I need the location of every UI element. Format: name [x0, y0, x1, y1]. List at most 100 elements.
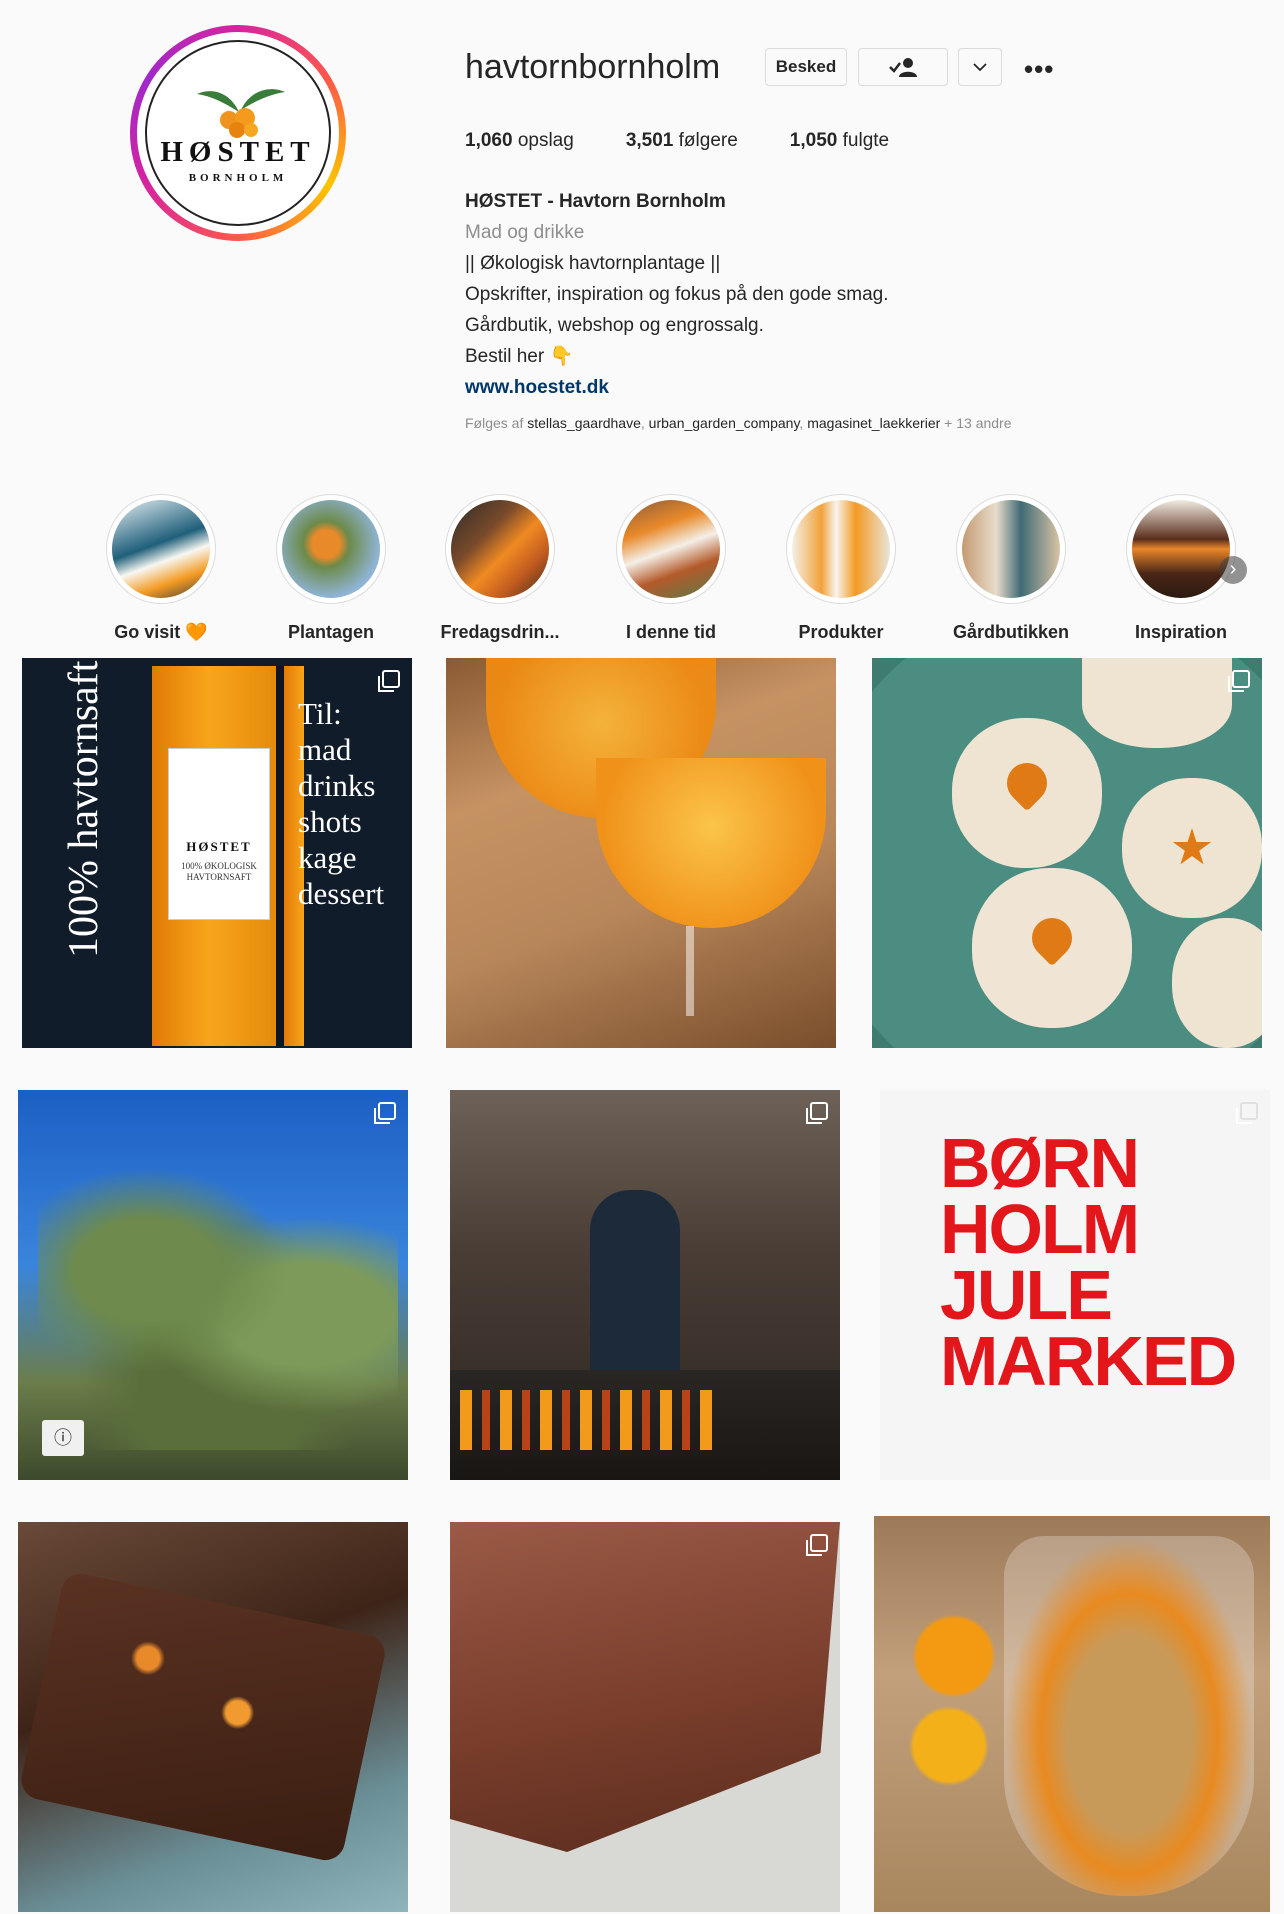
cookie-image	[972, 868, 1132, 1028]
carousel-icon	[806, 1102, 828, 1124]
highlight-label: Inspiration	[1134, 622, 1227, 642]
person-image	[590, 1190, 680, 1390]
highlight-label: Go visit 🧡	[114, 622, 208, 642]
cake-slice-image	[450, 1522, 840, 1852]
poster-list-item: kage	[298, 840, 357, 875]
cake-image	[18, 1570, 389, 1864]
profile-username: havtornbornholm	[465, 48, 721, 86]
bio-line: Bestil her 👇	[465, 346, 574, 367]
bottle-label-text: 100% ØKOLOGISK HAVTORNSAFT	[181, 861, 257, 882]
poster-list-item: mad	[298, 732, 352, 767]
bio-line: Opskrifter, inspiration og fokus på den …	[465, 284, 889, 305]
highlight-ring	[106, 494, 216, 604]
highlight-produkter[interactable]: Produkter	[766, 494, 916, 643]
poster-vertical-text: 100% havtornsaft	[61, 660, 107, 958]
suggestions-dropdown-button[interactable]	[958, 48, 1002, 86]
highlight-fredagsdrinks[interactable]: Fredagsdrin...	[425, 494, 575, 643]
post-tile[interactable]	[450, 1522, 840, 1912]
post-tile[interactable]	[446, 658, 836, 1048]
posts-count: 1,060 opslag	[465, 130, 574, 151]
julemarked-line: MARKED	[940, 1322, 1237, 1400]
highlight-cover	[1132, 500, 1230, 598]
highlight-go-visit[interactable]: Go visit 🧡	[86, 494, 236, 643]
highlight-ring	[276, 494, 386, 604]
cookie-filling	[998, 754, 1056, 812]
profile-bio: HØSTET - Havtorn Bornholm Mad og drikke …	[465, 186, 889, 403]
profile-display-name: HØSTET - Havtorn Bornholm	[465, 191, 726, 212]
cookie-image	[1122, 778, 1262, 918]
profile-avatar[interactable]: HØSTET BORNHOLM	[137, 32, 339, 234]
julemarked-line: JULE	[940, 1256, 1113, 1334]
glass-stem	[686, 926, 694, 1016]
flowers-image	[904, 1596, 1004, 1796]
profile-stats: 1,060 opslag 3,501 følgere 1,050 fulgte	[465, 130, 941, 152]
cookie-image	[1082, 658, 1232, 748]
logo-subtitle: BORNHOLM	[188, 172, 288, 184]
message-button[interactable]: Besked	[765, 48, 847, 86]
profile-website-link[interactable]: www.hoestet.dk	[465, 377, 609, 398]
carousel-icon	[806, 1534, 828, 1556]
julemarked-line: HOLM	[940, 1190, 1140, 1268]
highlight-i-denne-tid[interactable]: I denne tid	[596, 494, 746, 643]
dessert-glass-image	[1004, 1536, 1254, 1896]
highlights-next-arrow-icon[interactable]: ›	[1219, 556, 1247, 584]
highlight-label: Fredagsdrin...	[440, 622, 560, 642]
chevron-down-icon	[973, 63, 987, 72]
profile-avatar-ring[interactable]: HØSTET BORNHOLM	[130, 25, 346, 241]
logo-wordmark: HØSTET	[160, 136, 316, 168]
highlight-ring	[1126, 494, 1236, 604]
bottle-divider	[276, 666, 284, 1046]
post-tile[interactable]: ⓘ	[18, 1090, 408, 1480]
highlight-cover	[622, 500, 720, 598]
post-tile[interactable]	[872, 658, 1262, 1048]
followed-by-account[interactable]: stellas_gaardhave	[527, 415, 641, 431]
followed-by-account[interactable]: magasinet_laekkerier	[807, 415, 940, 431]
highlight-label: Plantagen	[287, 622, 375, 642]
highlight-cover	[112, 500, 210, 598]
carousel-icon	[378, 670, 400, 692]
post-tile[interactable]	[450, 1090, 840, 1480]
highlight-cover	[282, 500, 380, 598]
carousel-icon	[374, 1102, 396, 1124]
poster-list-item: Til:	[298, 696, 342, 731]
julemarked-poster-text: BØRN HOLM JULE MARKED	[940, 1124, 1237, 1400]
poster-list-item: drinks	[298, 768, 376, 803]
highlight-cover	[962, 500, 1060, 598]
bottle-label: HØSTET 100% ØKOLOGISK HAVTORNSAFT	[168, 748, 270, 920]
highlight-ring	[445, 494, 555, 604]
sea-buckthorn-logo-icon	[197, 89, 285, 138]
poster-list-item: dessert	[298, 876, 385, 911]
highlight-plantagen[interactable]: Plantagen	[256, 494, 406, 643]
julemarked-line: BØRN	[940, 1124, 1140, 1202]
post-tile[interactable]: BØRN HOLM JULE MARKED	[880, 1090, 1270, 1480]
user-check-icon	[889, 58, 917, 77]
followed-by-account[interactable]: urban_garden_company	[649, 415, 800, 431]
bottle-label-word: HØSTET	[186, 839, 252, 854]
highlight-cover	[451, 500, 549, 598]
drink-glass-image	[596, 758, 826, 928]
post-tile[interactable]	[18, 1522, 408, 1912]
cookie-image	[1172, 918, 1262, 1048]
carousel-icon	[1228, 670, 1250, 692]
highlight-gardbutikken[interactable]: Gårdbutikken	[936, 494, 1086, 643]
post-tile[interactable]: HØSTET 100% ØKOLOGISK HAVTORNSAFT 100% h…	[22, 658, 412, 1048]
followers-count[interactable]: 3,501 følgere	[626, 130, 738, 152]
highlight-cover	[792, 500, 890, 598]
highlight-label: I denne tid	[626, 622, 716, 642]
carousel-icon	[1236, 1102, 1258, 1124]
highlight-ring	[616, 494, 726, 604]
info-icon[interactable]: ⓘ	[42, 1420, 84, 1456]
tree-image	[38, 1150, 398, 1450]
highlight-label: Gårdbutikken	[952, 622, 1070, 642]
more-options-icon[interactable]: •••	[1024, 54, 1054, 85]
post-tile[interactable]	[874, 1516, 1270, 1912]
cookie-image	[952, 718, 1102, 868]
highlight-ring	[956, 494, 1066, 604]
highlight-ring	[786, 494, 896, 604]
followed-by-prefix: Følges af	[465, 415, 524, 431]
following-button[interactable]	[858, 48, 948, 86]
followed-by-more[interactable]: + 13 andre	[944, 415, 1011, 431]
bottles-image	[460, 1390, 720, 1450]
following-count[interactable]: 1,050 fulgte	[790, 130, 889, 152]
highlight-label: Produkter	[798, 622, 884, 642]
